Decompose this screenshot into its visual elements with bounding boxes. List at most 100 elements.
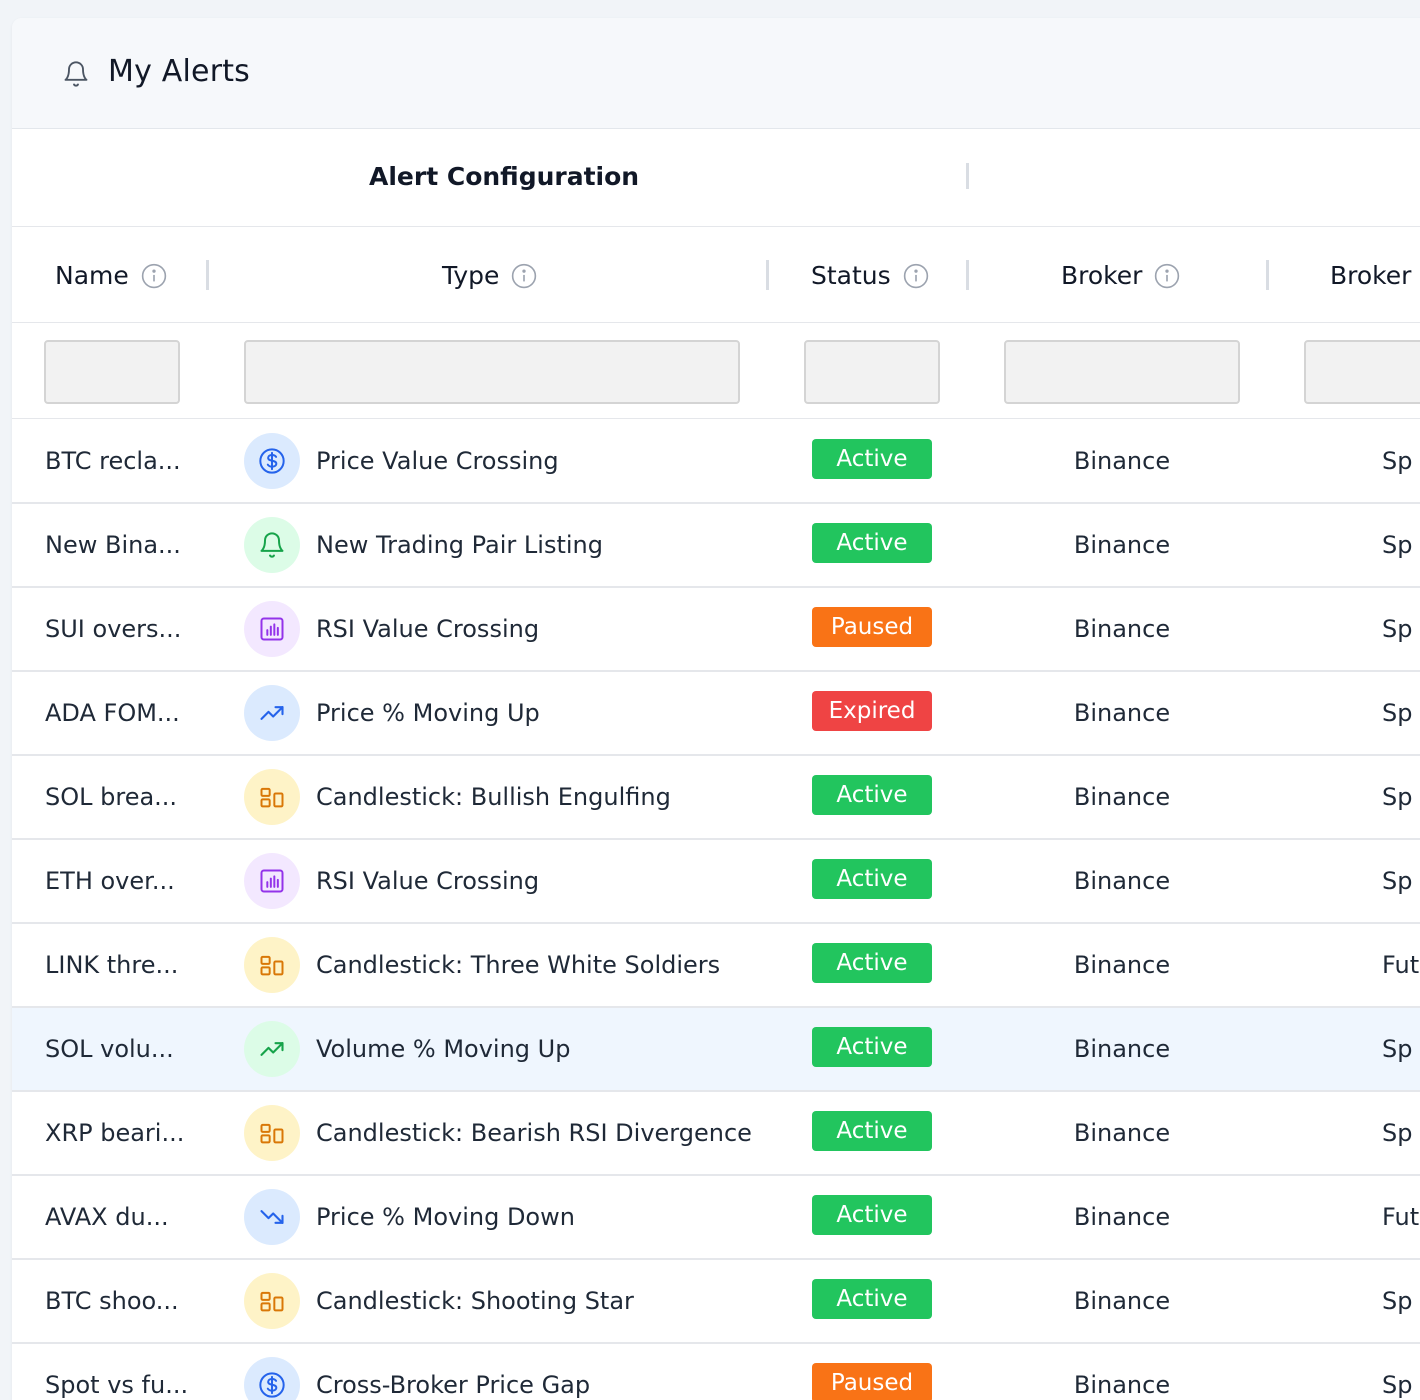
column-header-label: Name bbox=[55, 261, 129, 290]
status-badge: Active bbox=[812, 775, 932, 815]
broker-type-cell: Sp bbox=[1382, 531, 1413, 559]
broker-cell: Binance bbox=[1073, 447, 1171, 475]
table-row[interactable]: SUI overs... RSI Value Crossing Paused Bina… bbox=[12, 588, 1420, 672]
column-header-status[interactable]: Status bbox=[811, 228, 929, 323]
broker-type-cell: Sp bbox=[1382, 783, 1413, 811]
broker-cell: Binance bbox=[1073, 615, 1171, 643]
status-filter-input[interactable] bbox=[804, 340, 940, 404]
broker-type-cell: Futu bbox=[1382, 1203, 1420, 1231]
info-icon[interactable] bbox=[903, 263, 929, 289]
alert-type: New Trading Pair Listing bbox=[316, 531, 603, 559]
alert-name: Spot vs fu... bbox=[45, 1371, 189, 1399]
name-filter-input[interactable] bbox=[44, 340, 180, 404]
alert-type: Price % Moving Down bbox=[316, 1203, 575, 1231]
column-header-row: Name Type Status Broker Broker t bbox=[12, 228, 1420, 323]
alert-type: Volume % Moving Up bbox=[316, 1035, 571, 1063]
column-header-type[interactable]: Type bbox=[442, 228, 537, 323]
table-row[interactable]: ADA FOM... Price % Moving Up Expired Binanc… bbox=[12, 672, 1420, 756]
column-header-label: Type bbox=[442, 261, 500, 290]
table-row[interactable]: Spot vs fu... Cross-Broker Price Gap Pause… bbox=[12, 1344, 1420, 1400]
table-row[interactable]: AVAX du... Price % Moving Down Active Binan… bbox=[12, 1176, 1420, 1260]
alert-type: Candlestick: Shooting Star bbox=[316, 1287, 634, 1315]
page-title: My Alerts bbox=[108, 54, 251, 89]
alert-name: SOL brea... bbox=[45, 783, 178, 811]
table-row[interactable]: LINK thre... Candlestick: Three White Sol… bbox=[12, 924, 1420, 1008]
table-row[interactable]: XRP beari... Candlestick: Bearish RSI Div… bbox=[12, 1092, 1420, 1176]
alert-type: Cross-Broker Price Gap bbox=[316, 1371, 591, 1399]
alert-name: ETH over... bbox=[45, 867, 175, 895]
volume-up-icon bbox=[244, 1021, 300, 1077]
alert-type: Price % Moving Up bbox=[316, 699, 540, 727]
info-icon[interactable] bbox=[511, 263, 537, 289]
column-header-broker[interactable]: Broker bbox=[1061, 228, 1180, 323]
broker-type-cell: Sp bbox=[1382, 867, 1413, 895]
column-header-label: Broker bbox=[1061, 261, 1143, 290]
column-resize-handle[interactable] bbox=[206, 260, 209, 290]
column-resize-handle[interactable] bbox=[766, 260, 769, 290]
column-group-header: Alert Configuration bbox=[12, 129, 1420, 227]
alert-name: New Bina... bbox=[45, 531, 181, 559]
dollar-icon bbox=[244, 1357, 300, 1400]
broker-type-cell: Sp bbox=[1382, 1287, 1413, 1315]
column-header-label: Status bbox=[811, 261, 891, 290]
alert-name: LINK thre... bbox=[45, 951, 179, 979]
trending-down-icon bbox=[244, 1189, 300, 1245]
status-badge: Active bbox=[812, 943, 932, 983]
candlestick-icon bbox=[244, 769, 300, 825]
alert-name: ADA FOM... bbox=[45, 699, 180, 727]
group-title: Alert Configuration bbox=[369, 162, 640, 191]
trending-up-icon bbox=[244, 685, 300, 741]
status-badge: Paused bbox=[812, 607, 932, 647]
broker-cell: Binance bbox=[1073, 951, 1171, 979]
column-resize-handle[interactable] bbox=[966, 260, 969, 290]
broker-type-cell: Sp bbox=[1382, 1119, 1413, 1147]
table-row[interactable]: SOL volu... Volume % Moving Up Active Binan… bbox=[12, 1008, 1420, 1092]
broker-type-cell: Sp bbox=[1382, 1035, 1413, 1063]
column-header-label: Broker t bbox=[1330, 261, 1420, 290]
info-icon[interactable] bbox=[141, 263, 167, 289]
column-header-name[interactable]: Name bbox=[55, 228, 167, 323]
alerts-table-body: BTC recla... Price Value Crossing Active Bi… bbox=[12, 420, 1420, 1400]
alert-name: BTC shoo... bbox=[45, 1287, 179, 1315]
alert-type: Candlestick: Three White Soldiers bbox=[316, 951, 721, 979]
bell-icon bbox=[244, 517, 300, 573]
alert-name: BTC recla... bbox=[45, 447, 181, 475]
status-badge: Active bbox=[812, 1027, 932, 1067]
broker-type-cell: Sp bbox=[1382, 615, 1413, 643]
broker-type-cell: Futu bbox=[1382, 951, 1420, 979]
dollar-icon bbox=[244, 433, 300, 489]
alert-name: XRP beari... bbox=[45, 1119, 185, 1147]
column-resize-handle[interactable] bbox=[1266, 260, 1269, 290]
status-badge: Active bbox=[812, 523, 932, 563]
alert-name: AVAX du... bbox=[45, 1203, 169, 1231]
broker-type-filter-input[interactable] bbox=[1304, 340, 1420, 404]
candlestick-icon bbox=[244, 1273, 300, 1329]
card-header: My Alerts bbox=[12, 18, 1420, 129]
alert-name: SUI overs... bbox=[45, 615, 182, 643]
bar-chart-icon bbox=[244, 601, 300, 657]
type-filter-input[interactable] bbox=[244, 340, 740, 404]
table-row[interactable]: BTC shoo... Candlestick: Shooting Star Act… bbox=[12, 1260, 1420, 1344]
broker-cell: Binance bbox=[1073, 867, 1171, 895]
table-row[interactable]: New Bina... New Trading Pair Listing Activ… bbox=[12, 504, 1420, 588]
status-badge: Active bbox=[812, 859, 932, 899]
info-icon[interactable] bbox=[1154, 263, 1180, 289]
alert-type: RSI Value Crossing bbox=[316, 615, 540, 643]
alert-type: RSI Value Crossing bbox=[316, 867, 540, 895]
alert-name: SOL volu... bbox=[45, 1035, 174, 1063]
bell-icon bbox=[64, 61, 88, 87]
column-resize-handle[interactable] bbox=[966, 163, 969, 189]
broker-type-cell: Sp bbox=[1382, 447, 1413, 475]
broker-cell: Binance bbox=[1073, 531, 1171, 559]
broker-cell: Binance bbox=[1073, 1203, 1171, 1231]
alert-type: Price Value Crossing bbox=[316, 447, 559, 475]
broker-cell: Binance bbox=[1073, 1119, 1171, 1147]
column-header-broker-type[interactable]: Broker t bbox=[1330, 228, 1420, 323]
table-row[interactable]: ETH over... RSI Value Crossing Active Binan… bbox=[12, 840, 1420, 924]
status-badge: Expired bbox=[812, 691, 932, 731]
broker-filter-input[interactable] bbox=[1004, 340, 1240, 404]
table-row[interactable]: BTC recla... Price Value Crossing Active Bi… bbox=[12, 420, 1420, 504]
status-badge: Active bbox=[812, 1111, 932, 1151]
broker-cell: Binance bbox=[1073, 699, 1171, 727]
table-row[interactable]: SOL brea... Candlestick: Bullish Engulfin… bbox=[12, 756, 1420, 840]
